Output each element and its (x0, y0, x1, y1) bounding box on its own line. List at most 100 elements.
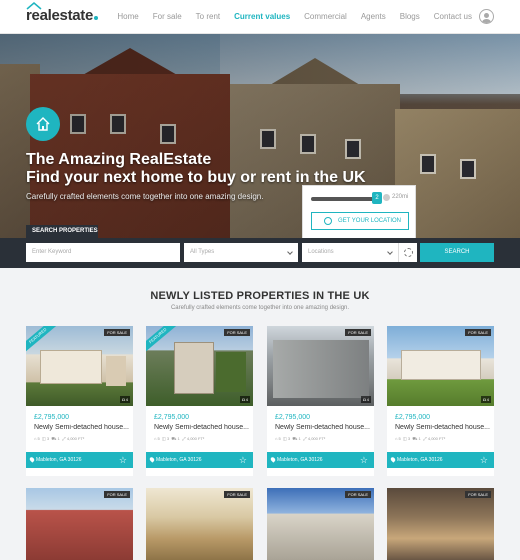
for-sale-badge: FOR SALE (104, 491, 130, 498)
type-select-value: All Types (190, 249, 215, 255)
for-sale-badge: FOR SALE (224, 329, 250, 336)
property-title[interactable]: Newly Semi-detached house... (395, 424, 491, 431)
property-card[interactable]: FEATURED FOR SALE ◘ 4 £2,795,000 Newly S… (26, 326, 133, 476)
favorite-star-icon[interactable]: ☆ (360, 452, 368, 468)
radius-toggle[interactable] (398, 243, 417, 262)
property-title[interactable]: Newly Semi-detached house... (34, 424, 130, 431)
area-value: 4,000 FT² (186, 436, 205, 441)
nav-for-sale[interactable]: For sale (153, 12, 182, 21)
for-sale-badge: FOR SALE (104, 329, 130, 336)
property-location: Mableton, GA 30126 (397, 457, 443, 463)
property-card[interactable]: FOR SALE (387, 488, 494, 560)
cars-count: 1 (177, 436, 180, 441)
radius-value: 220mi (392, 194, 409, 200)
location-select[interactable]: Locations (302, 243, 398, 262)
section-title: NEWLY LISTED PROPERTIES IN THE UK (150, 290, 370, 302)
area-value: 4,000 FT² (66, 436, 85, 441)
search-tab[interactable]: SEARCH PROPERTIES (26, 225, 98, 238)
search-button[interactable]: SEARCH (420, 243, 494, 262)
property-photo[interactable]: FOR SALE (26, 488, 133, 560)
property-meta: ⌂ 5 ◫ 3 ⛟ 1 ⤢ 4,000 FT² (275, 436, 326, 441)
gear-icon (404, 248, 413, 257)
main-nav: Home For sale To rent Current values Com… (103, 12, 472, 21)
radius-slider-handle[interactable]: 2 (372, 192, 382, 204)
photo-count-value: 4 (125, 397, 128, 402)
property-card[interactable]: FOR SALE ◘ 4 £2,795,000 Newly Semi-detac… (267, 326, 374, 476)
property-card[interactable]: FEATURED FOR SALE ◘ 4 £2,795,000 Newly S… (146, 326, 253, 476)
for-sale-badge: FOR SALE (345, 329, 371, 336)
baths-count: 3 (46, 436, 50, 441)
crosshair-icon (324, 217, 332, 225)
property-photo[interactable]: FOR SALE (146, 488, 253, 560)
property-photo[interactable]: FEATURED FOR SALE ◘ 4 (146, 326, 253, 406)
radius-slider-track[interactable] (311, 197, 377, 201)
cars-count: 1 (57, 436, 60, 441)
property-location: Mableton, GA 30126 (156, 457, 202, 463)
property-footer: Mableton, GA 30126 ☆ (267, 452, 374, 468)
favorite-star-icon[interactable]: ☆ (119, 452, 127, 468)
house-shape (174, 342, 214, 394)
map-pin-icon (28, 456, 36, 463)
get-location-button[interactable]: GET YOUR LOCATION (311, 212, 409, 230)
cars-count: 1 (298, 436, 301, 441)
section-subtitle: Carefully crafted elements come together… (170, 305, 350, 311)
house-shape (273, 340, 369, 398)
nav-to-rent[interactable]: To rent (196, 12, 220, 21)
property-price: £2,795,000 (34, 414, 70, 421)
property-title[interactable]: Newly Semi-detached house... (154, 424, 250, 431)
property-photo[interactable]: FOR SALE ◘ 4 (387, 326, 494, 406)
tree-shape (216, 352, 246, 392)
radius-slider-end (383, 194, 390, 201)
favorite-star-icon[interactable]: ☆ (239, 452, 247, 468)
hero-title: The Amazing RealEstate Find your next ho… (26, 151, 366, 187)
keyword-input[interactable]: Enter Keyword (26, 243, 180, 262)
baths-count: 3 (287, 436, 291, 441)
nav-current-values[interactable]: Current values (234, 12, 290, 21)
property-photo[interactable]: FEATURED FOR SALE ◘ 4 (26, 326, 133, 406)
area-value: 4,000 FT² (427, 436, 446, 441)
property-footer: Mableton, GA 30126 ☆ (387, 452, 494, 468)
favorite-star-icon[interactable]: ☆ (480, 452, 488, 468)
property-card[interactable]: FOR SALE ◘ 4 £2,795,000 Newly Semi-detac… (387, 326, 494, 476)
property-title[interactable]: Newly Semi-detached house... (275, 424, 371, 431)
property-meta: ⌂ 5 ◫ 3 ⛟ 1 ⤢ 4,000 FT² (34, 436, 85, 441)
area-value: 4,000 FT² (307, 436, 326, 441)
get-location-label: GET YOUR LOCATION (338, 218, 402, 224)
nav-home[interactable]: Home (117, 12, 138, 21)
photo-count: ◘ 4 (361, 396, 371, 403)
home-icon (26, 107, 60, 141)
nav-commercial[interactable]: Commercial (304, 12, 347, 21)
beds-count: 5 (157, 436, 160, 441)
house-shape (401, 350, 481, 380)
photo-count: ◘ 4 (481, 396, 491, 403)
hero-title-line1: The Amazing RealEstate (26, 151, 212, 168)
property-photo[interactable]: FOR SALE (387, 488, 494, 560)
photo-count: ◘ 4 (120, 396, 130, 403)
radius-popup: 2 220mi GET YOUR LOCATION (302, 185, 416, 241)
nav-agents[interactable]: Agents (361, 12, 386, 21)
beds-count: 5 (398, 436, 401, 441)
type-select[interactable]: All Types (184, 243, 298, 262)
house-shape (40, 350, 102, 384)
property-photo[interactable]: FOR SALE ◘ 4 (267, 326, 374, 406)
keyword-placeholder: Enter Keyword (32, 249, 72, 255)
property-location: Mableton, GA 30126 (36, 457, 82, 463)
site-header: realestate Home For sale To rent Current… (0, 0, 520, 34)
property-footer: Mableton, GA 30126 ☆ (146, 452, 253, 468)
property-footer: Mableton, GA 30126 ☆ (26, 452, 133, 468)
nav-contact-us[interactable]: Contact us (434, 12, 472, 21)
property-meta: ⌂ 5 ◫ 3 ⛟ 1 ⤢ 4,000 FT² (154, 436, 205, 441)
for-sale-badge: FOR SALE (465, 491, 491, 498)
photo-count-value: 4 (486, 397, 489, 402)
user-account-icon[interactable] (479, 9, 494, 24)
baths-count: 3 (166, 436, 170, 441)
house-icon (36, 117, 50, 131)
property-photo[interactable]: FOR SALE (267, 488, 374, 560)
property-card[interactable]: FOR SALE (146, 488, 253, 560)
property-price: £2,795,000 (154, 414, 190, 421)
site-logo[interactable]: realestate (26, 2, 99, 24)
for-sale-badge: FOR SALE (345, 491, 371, 498)
property-card[interactable]: FOR SALE (26, 488, 133, 560)
property-card[interactable]: FOR SALE (267, 488, 374, 560)
nav-blogs[interactable]: Blogs (400, 12, 420, 21)
